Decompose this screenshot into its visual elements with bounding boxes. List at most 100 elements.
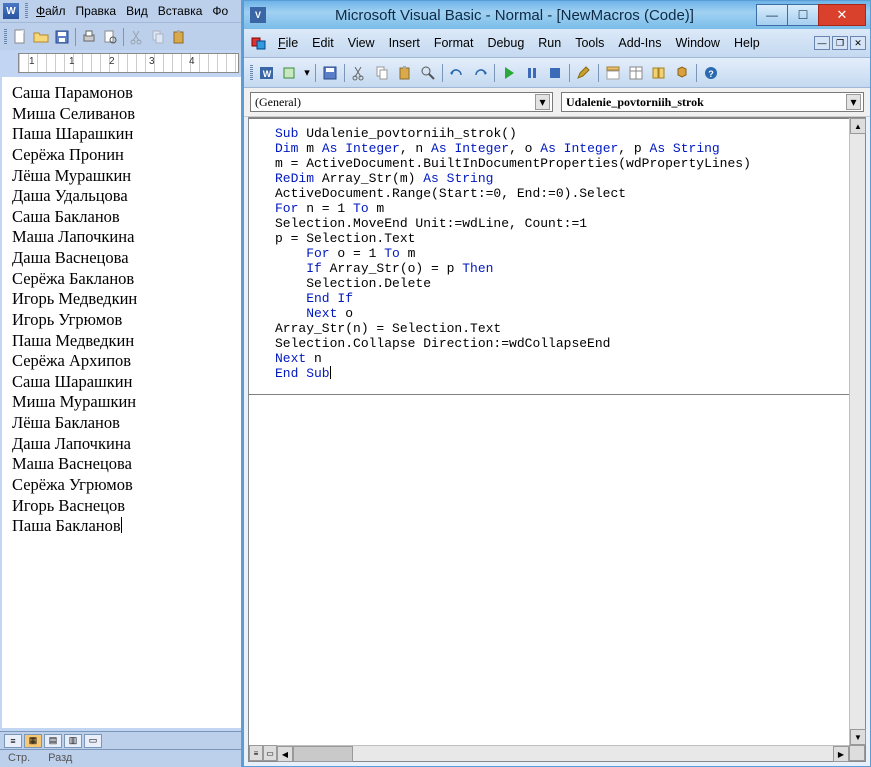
drag-handle-icon[interactable]: [4, 29, 7, 45]
document-line: Игорь Медведкин: [12, 289, 235, 310]
mdi-minimize-icon[interactable]: —: [814, 36, 830, 50]
document-line: Саша Бакланов: [12, 207, 235, 228]
horizontal-ruler[interactable]: 1 1 2 3 4: [18, 53, 239, 73]
word-menubar: W Файл Правка Вид Вставка Фо: [0, 0, 241, 22]
chevron-down-icon[interactable]: ▾: [535, 94, 550, 110]
menu-tools[interactable]: Tools: [569, 34, 610, 52]
document-body[interactable]: Саша Парамонов Миша Селиванов Паша Шараш…: [2, 77, 241, 728]
mdi-close-icon[interactable]: ✕: [850, 36, 866, 50]
dropdown-arrow-icon[interactable]: ▾: [302, 62, 312, 84]
redo-icon[interactable]: [469, 62, 491, 84]
open-folder-icon[interactable]: [31, 27, 51, 47]
scroll-down-icon[interactable]: ▼: [850, 729, 866, 745]
help-icon[interactable]: ?: [700, 62, 722, 84]
document-line: Серёжа Угрюмов: [12, 475, 235, 496]
mdi-restore-icon[interactable]: ❐: [832, 36, 848, 50]
save-icon[interactable]: [52, 27, 72, 47]
web-view-icon[interactable]: ▤: [44, 734, 62, 748]
procedure-dropdown-value: Udalenie_povtorniih_strok: [566, 95, 704, 110]
menu-debug[interactable]: Debug: [481, 34, 530, 52]
close-icon[interactable]: ✕: [818, 4, 866, 26]
document-line: Миша Селиванов: [12, 104, 235, 125]
normal-view-icon[interactable]: ≡: [4, 734, 22, 748]
menu-view[interactable]: Вид: [122, 2, 152, 20]
vb-titlebar[interactable]: V Microsoft Visual Basic - Normal - [New…: [244, 1, 870, 29]
word-app-icon: W: [3, 3, 19, 19]
scroll-right-icon[interactable]: ▶: [833, 746, 849, 762]
drag-handle-icon[interactable]: [250, 65, 253, 81]
menu-format[interactable]: Format: [428, 34, 480, 52]
maximize-icon[interactable]: ☐: [787, 4, 819, 26]
document-line: Маша Васнецова: [12, 454, 235, 475]
word-window: W Файл Правка Вид Вставка Фо 1 1 2 3 4 С…: [0, 0, 242, 767]
menu-window[interactable]: Window: [670, 34, 726, 52]
object-dropdown[interactable]: (General) ▾: [250, 92, 553, 112]
vertical-scrollbar[interactable]: ▲ ▼: [849, 118, 865, 745]
svg-text:W: W: [263, 69, 272, 79]
break-icon[interactable]: [521, 62, 543, 84]
scroll-left-icon[interactable]: ◀: [277, 746, 293, 762]
document-line: Саша Шарашкин: [12, 372, 235, 393]
scroll-thumb[interactable]: [293, 746, 353, 762]
paste-icon[interactable]: [169, 27, 189, 47]
reset-icon[interactable]: [544, 62, 566, 84]
drag-handle-icon[interactable]: [25, 3, 28, 19]
design-mode-icon[interactable]: [573, 62, 595, 84]
new-document-icon[interactable]: [10, 27, 30, 47]
minimize-icon[interactable]: —: [756, 4, 788, 26]
procedure-view-icon[interactable]: ≡: [249, 745, 263, 761]
menu-file[interactable]: File: [272, 34, 304, 52]
document-line: Саша Парамонов: [12, 83, 235, 104]
toolbar-separator: [569, 64, 570, 82]
outline-view-icon[interactable]: ▥: [64, 734, 82, 748]
document-line: Маша Лапочкина: [12, 227, 235, 248]
document-line: Даша Удальцова: [12, 186, 235, 207]
print-layout-view-icon[interactable]: ▦: [24, 734, 42, 748]
menu-edit[interactable]: Правка: [72, 2, 121, 20]
view-word-icon[interactable]: W: [256, 62, 278, 84]
run-icon[interactable]: [498, 62, 520, 84]
object-browser-icon[interactable]: [648, 62, 670, 84]
status-page: Стр.: [8, 752, 30, 765]
menu-format-truncated[interactable]: Фо: [208, 2, 232, 20]
code-editor[interactable]: Sub Udalenie_povtorniih_strok() Dim m As…: [249, 118, 865, 761]
document-line: Лёша Мурашкин: [12, 166, 235, 187]
print-icon[interactable]: [79, 27, 99, 47]
save-icon[interactable]: [319, 62, 341, 84]
menu-run[interactable]: Run: [532, 34, 567, 52]
find-icon[interactable]: [417, 62, 439, 84]
reading-view-icon[interactable]: ▭: [84, 734, 102, 748]
word-toolbar: [0, 22, 241, 50]
procedure-dropdown[interactable]: Udalenie_povtorniih_strok ▾: [561, 92, 864, 112]
menu-insert[interactable]: Insert: [383, 34, 426, 52]
document-line: Паша Медведкин: [12, 331, 235, 352]
scroll-up-icon[interactable]: ▲: [850, 118, 866, 134]
menu-file[interactable]: Файл: [32, 2, 70, 20]
toolbar-separator: [315, 64, 316, 82]
vb-option-icon[interactable]: [248, 32, 270, 54]
vb-window-title: Microsoft Visual Basic - Normal - [NewMa…: [272, 7, 757, 24]
code-editor-pane: Sub Udalenie_povtorniih_strok() Dim m As…: [248, 117, 866, 762]
copy-icon[interactable]: [371, 62, 393, 84]
menu-insert[interactable]: Вставка: [154, 2, 207, 20]
vb-ide-window: V Microsoft Visual Basic - Normal - [New…: [242, 0, 871, 767]
toolbox-icon[interactable]: [671, 62, 693, 84]
menu-edit[interactable]: Edit: [306, 34, 340, 52]
horizontal-scrollbar[interactable]: ◀ ▶: [277, 745, 849, 761]
scroll-corner: [849, 745, 865, 761]
undo-icon[interactable]: [446, 62, 468, 84]
word-status-bar: Стр. Разд: [0, 749, 241, 767]
properties-icon[interactable]: [625, 62, 647, 84]
chevron-down-icon[interactable]: ▾: [846, 94, 861, 110]
full-module-view-icon[interactable]: ▭: [263, 745, 277, 761]
paste-icon[interactable]: [394, 62, 416, 84]
menu-addins[interactable]: Add-Ins: [612, 34, 667, 52]
document-line: Даша Васнецова: [12, 248, 235, 269]
insert-module-icon[interactable]: [279, 62, 301, 84]
menu-view[interactable]: View: [342, 34, 381, 52]
print-preview-icon[interactable]: [100, 27, 120, 47]
vb-app-icon[interactable]: V: [250, 7, 266, 23]
project-explorer-icon[interactable]: [602, 62, 624, 84]
menu-help[interactable]: Help: [728, 34, 766, 52]
cut-icon[interactable]: [348, 62, 370, 84]
